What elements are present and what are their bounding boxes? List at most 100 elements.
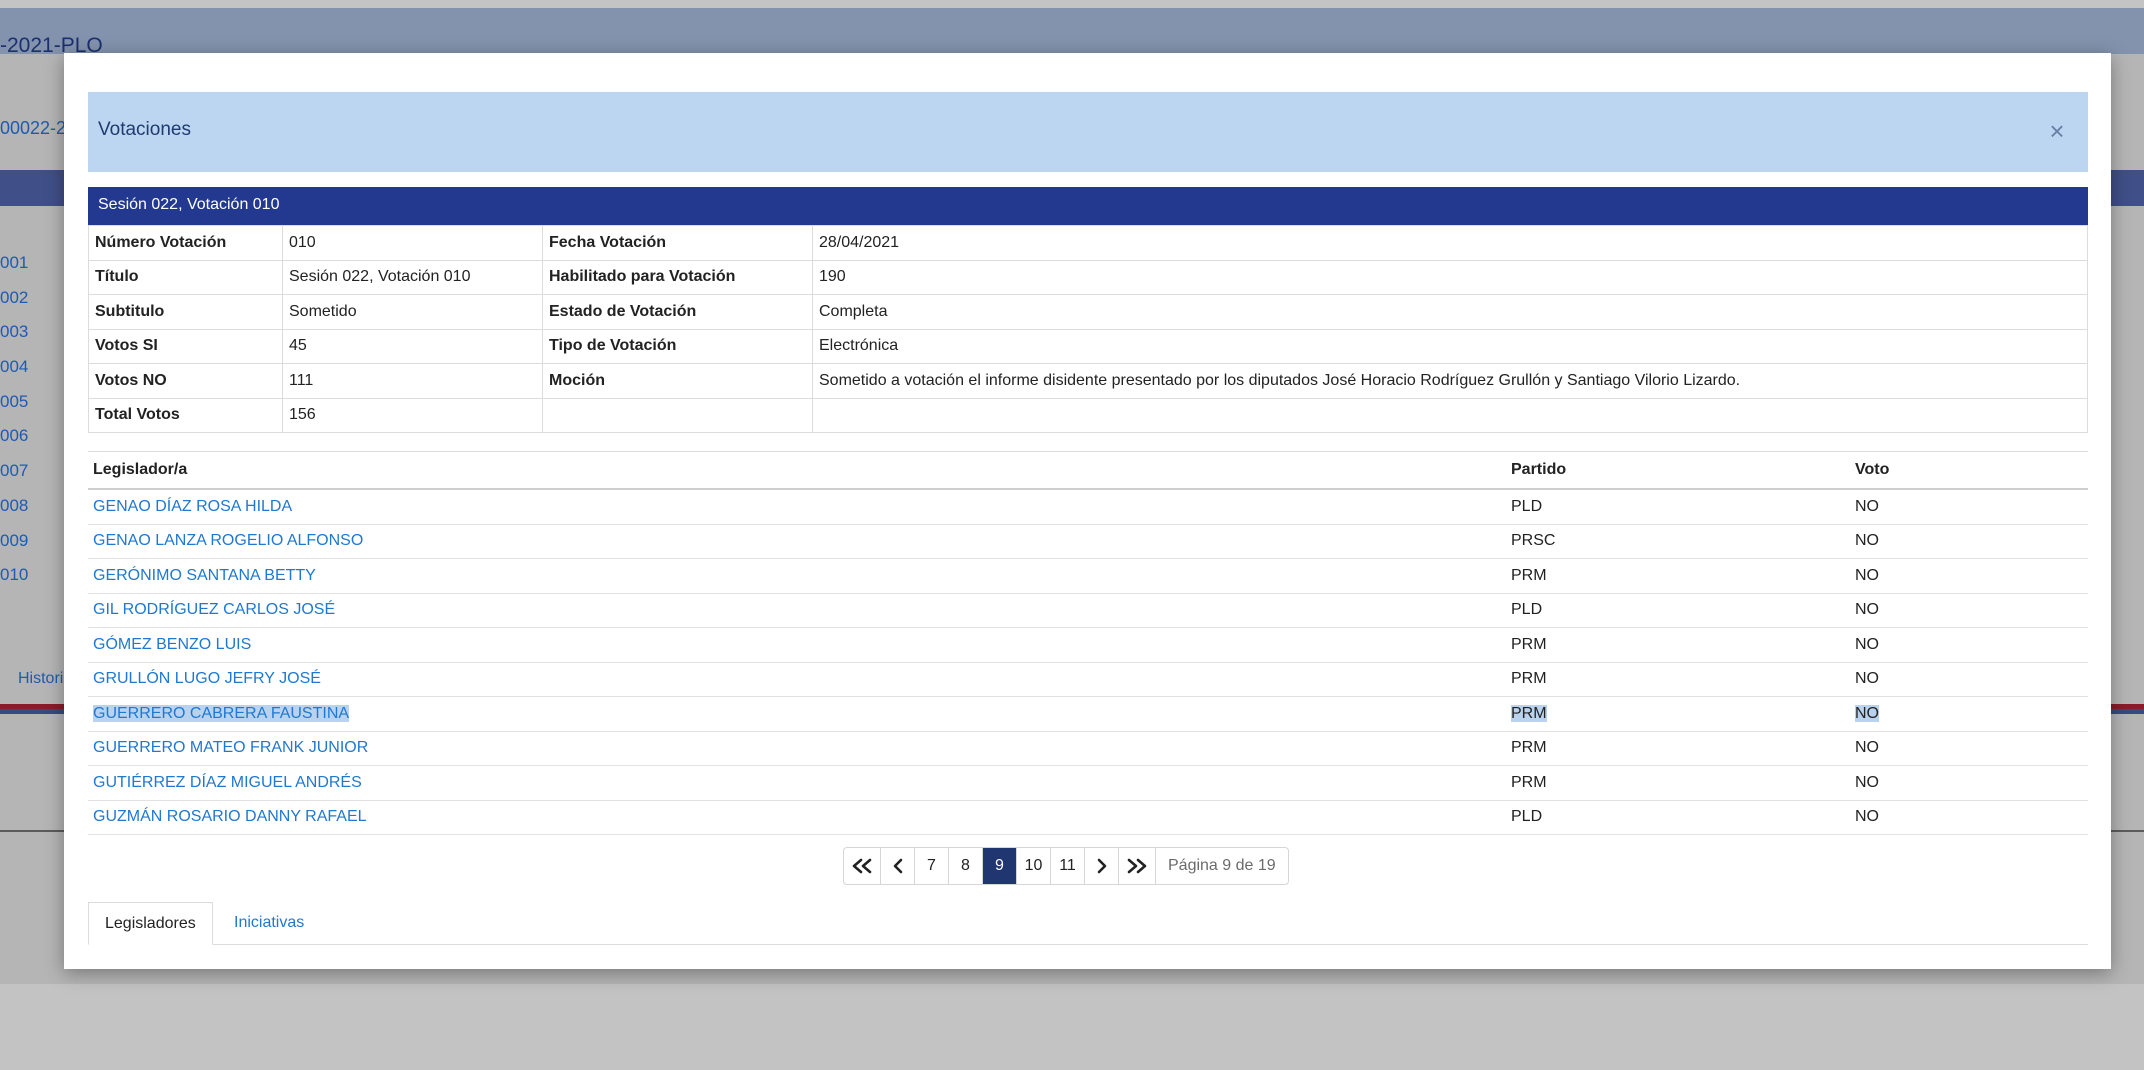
table-row-selected: GUERRERO CABRERA FAUSTINA PRM NO [88, 696, 2088, 732]
info-row: Votos SI 45 Tipo de Votación Electrónica [88, 328, 2088, 364]
page-info: Página 9 de 19 [1168, 857, 1276, 874]
vote-cell: NO [1850, 489, 2088, 525]
first-page-button[interactable] [844, 848, 881, 884]
tipo-votacion-value: Electrónica [812, 328, 2088, 364]
table-row: GUZMÁN ROSARIO DANNY RAFAEL PLD NO [88, 800, 2088, 835]
info-row: Título Sesión 022, Votación 010 Habilita… [88, 259, 2088, 295]
table-row: GÓMEZ BENZO LUIS PRM NO [88, 627, 2088, 663]
vote-cell: NO [1855, 704, 1879, 722]
tab-legisladores[interactable]: Legisladores [88, 902, 213, 945]
info-row: Total Votos 156 [88, 397, 2088, 433]
tab-iniciativas[interactable]: Iniciativas [218, 902, 320, 944]
party-cell: PRM [1506, 662, 1850, 697]
section-title: Sesión 022, Votación 010 [98, 196, 280, 213]
background-vote-code: 002 [0, 287, 29, 307]
vote-cell: NO [1850, 627, 2088, 663]
background-vote-code: 003 [0, 322, 29, 342]
background-vote-code: 006 [0, 426, 29, 446]
legislator-link[interactable]: GÓMEZ BENZO LUIS [93, 636, 251, 653]
votaciones-modal: Votaciones × Sesión 022, Votación 010 Nú… [64, 53, 2111, 969]
background-top-bar [0, 0, 2144, 8]
last-page-button[interactable] [1119, 848, 1156, 884]
chevron-left-icon [893, 858, 902, 874]
close-button[interactable]: × [2042, 114, 2072, 148]
vote-cell: NO [1850, 765, 2088, 801]
legislator-link[interactable]: GENAO DÍAZ ROSA HILDA [93, 498, 292, 515]
party-cell: PRM [1506, 731, 1850, 766]
numero-votacion-label: Número Votación [88, 225, 283, 261]
column-header-partido[interactable]: Partido [1506, 451, 1850, 490]
party-cell: PRSC [1506, 524, 1850, 559]
vote-cell: NO [1850, 800, 2088, 835]
background-vote-code: 009 [0, 530, 29, 550]
modal-header: Votaciones × [88, 92, 2088, 172]
vote-cell: NO [1850, 524, 2088, 559]
habilitado-label: Habilitado para Votación [542, 259, 813, 295]
empty-cell [812, 397, 2088, 433]
party-cell: PRM [1506, 558, 1850, 594]
pagination: 7 8 9 10 11 Página 9 de 19 [843, 847, 1289, 885]
titulo-label: Título [88, 259, 283, 295]
page-button-current[interactable]: 9 [983, 848, 1017, 884]
mocion-label: Moción [542, 363, 813, 399]
subtitulo-label: Subtitulo [88, 294, 283, 330]
table-row: GUERRERO MATEO FRANK JUNIOR PRM NO [88, 731, 2088, 766]
legislator-link[interactable]: GIL RODRÍGUEZ CARLOS JOSÉ [93, 601, 335, 618]
next-page-button[interactable] [1085, 848, 1119, 884]
background-historial-link: Histori [18, 670, 64, 687]
legislator-link[interactable]: GERÓNIMO SANTANA BETTY [93, 567, 316, 584]
legislator-link[interactable]: GUERRERO CABRERA FAUSTINA [93, 704, 350, 722]
background-vote-code: 001 [0, 253, 29, 272]
votos-no-value: 111 [282, 363, 543, 399]
table-header-row: Legislador/a Partido Voto [88, 451, 2088, 490]
party-cell: PLD [1506, 800, 1850, 835]
background-vote-code: 004 [0, 357, 29, 377]
column-header-voto[interactable]: Voto [1850, 451, 2088, 490]
estado-votacion-label: Estado de Votación [542, 294, 813, 330]
votos-si-value: 45 [282, 328, 543, 364]
legislators-vote-table: Legislador/a Partido Voto GENAO DÍAZ ROS… [88, 451, 2088, 835]
party-cell: PRM [1506, 627, 1850, 663]
double-chevron-right-icon [1127, 858, 1147, 874]
vote-info-table: Número Votación 010 Fecha Votación 28/04… [88, 225, 2088, 433]
party-cell: PLD [1506, 489, 1850, 525]
info-row: Subtitulo Sometido Estado de Votación Co… [88, 294, 2088, 330]
tipo-votacion-label: Tipo de Votación [542, 328, 813, 364]
legislator-link[interactable]: GRULLÓN LUGO JEFRY JOSÉ [93, 670, 321, 687]
background-header [0, 8, 2144, 54]
table-row: GRULLÓN LUGO JEFRY JOSÉ PRM NO [88, 662, 2088, 697]
total-votos-value: 156 [282, 397, 543, 433]
vote-cell: NO [1850, 593, 2088, 628]
numero-votacion-value: 010 [282, 225, 543, 261]
section-title-bar: Sesión 022, Votación 010 [88, 187, 2088, 225]
table-row: GUTIÉRREZ DÍAZ MIGUEL ANDRÉS PRM NO [88, 765, 2088, 801]
total-votos-label: Total Votos [88, 397, 283, 433]
empty-cell [542, 397, 813, 433]
background-vote-list: 001 002 003 004 005 006 007 008 009 010 [0, 246, 28, 593]
legislator-link[interactable]: GUTIÉRREZ DÍAZ MIGUEL ANDRÉS [93, 774, 362, 791]
legislator-link[interactable]: GENAO LANZA ROGELIO ALFONSO [93, 532, 363, 549]
table-row: GIL RODRÍGUEZ CARLOS JOSÉ PLD NO [88, 593, 2088, 628]
party-cell: PLD [1506, 593, 1850, 628]
habilitado-value: 190 [812, 259, 2088, 295]
double-chevron-left-icon [852, 858, 872, 874]
fecha-votacion-label: Fecha Votación [542, 225, 813, 261]
estado-votacion-value: Completa [812, 294, 2088, 330]
page-button-7[interactable]: 7 [915, 848, 949, 884]
party-cell: PRM [1511, 704, 1547, 722]
fecha-votacion-value: 28/04/2021 [812, 225, 2088, 261]
page-button-8[interactable]: 8 [949, 848, 983, 884]
legislator-link[interactable]: GUERRERO MATEO FRANK JUNIOR [93, 739, 368, 756]
page-button-10[interactable]: 10 [1017, 848, 1051, 884]
page-button-11[interactable]: 11 [1051, 848, 1085, 884]
background-vote-code: 007 [0, 461, 29, 481]
background-vote-code: 010 [0, 565, 29, 585]
modal-title: Votaciones [98, 119, 191, 140]
background-vote-code: 008 [0, 495, 29, 515]
previous-page-button[interactable] [881, 848, 915, 884]
table-row: GERÓNIMO SANTANA BETTY PRM NO [88, 558, 2088, 594]
column-header-legislador[interactable]: Legislador/a [88, 451, 1506, 490]
legislator-link[interactable]: GUZMÁN ROSARIO DANNY RAFAEL [93, 808, 367, 825]
table-row: GENAO LANZA ROGELIO ALFONSO PRSC NO [88, 524, 2088, 559]
modal-tabs: Legisladores Iniciativas [88, 902, 2088, 945]
